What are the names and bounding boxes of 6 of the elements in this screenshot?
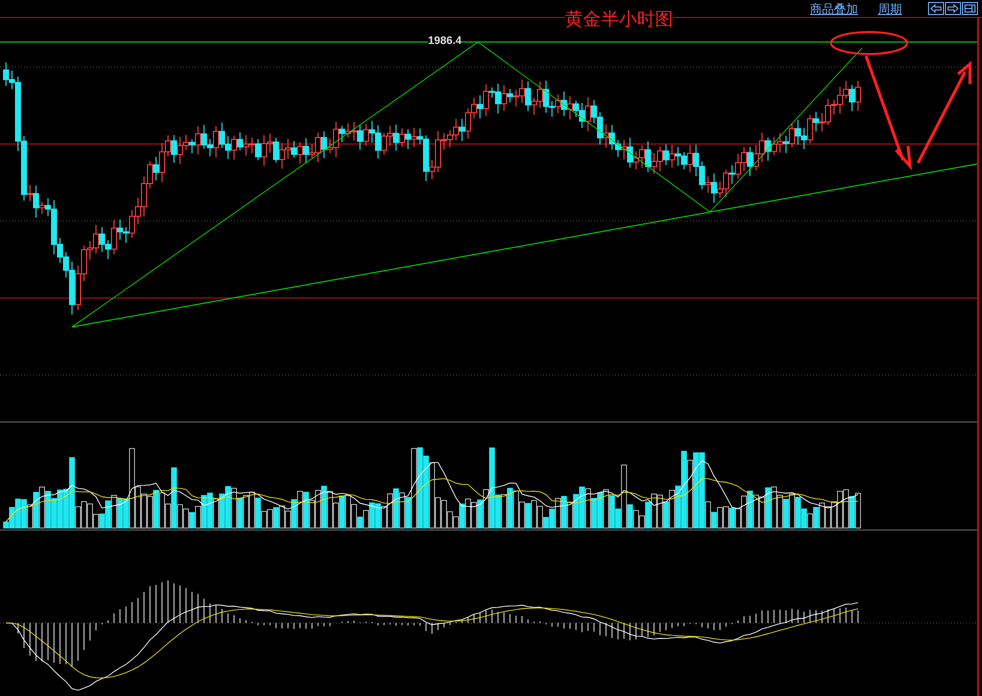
panel-layout-icon[interactable] xyxy=(962,2,978,15)
left-arrow-icon[interactable] xyxy=(928,2,944,15)
toolbar-link[interactable]: 周期 xyxy=(878,2,902,16)
chart-title: 黄金半小时图 xyxy=(565,8,673,30)
right-arrow-icon[interactable] xyxy=(945,2,961,15)
toolbar-link[interactable]: 商品叠加 xyxy=(810,2,858,16)
